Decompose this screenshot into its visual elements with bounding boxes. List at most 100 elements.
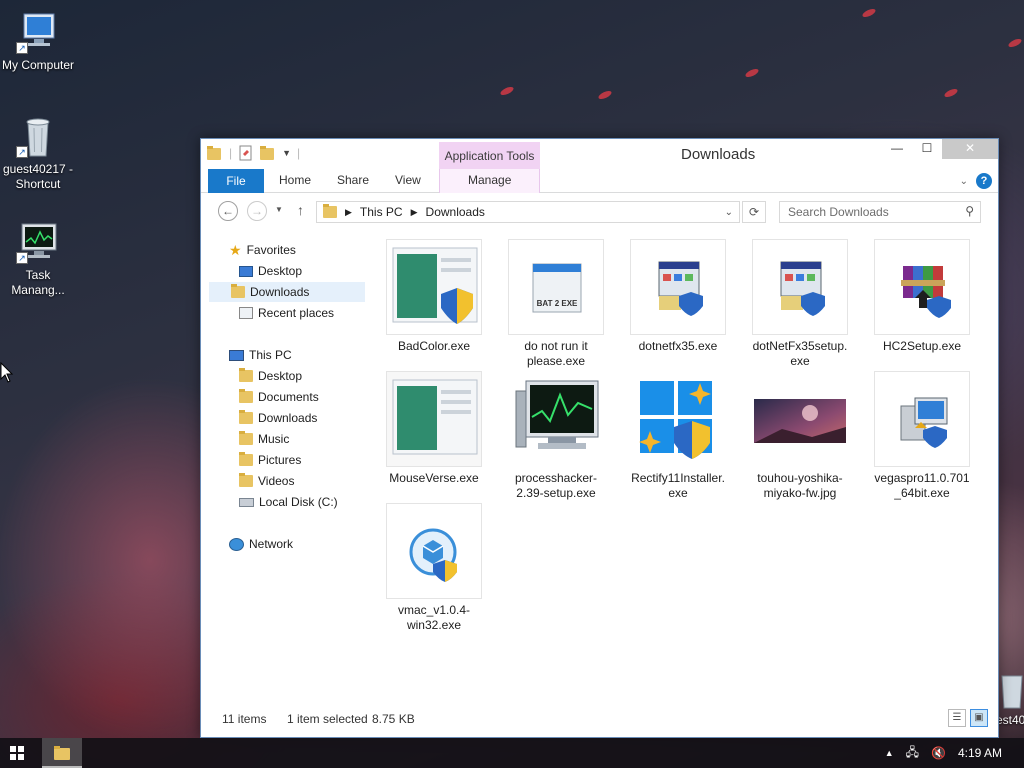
petal-decoration bbox=[943, 87, 959, 99]
tab-share[interactable]: Share bbox=[337, 173, 369, 187]
file-item[interactable]: processhacker-2.39-setup.exe bbox=[507, 371, 605, 501]
customize-qat-icon[interactable]: ▼ bbox=[282, 148, 291, 158]
file-name: dotNetFx35setup.exe bbox=[752, 339, 848, 368]
tab-manage[interactable]: Manage bbox=[468, 173, 511, 187]
properties-icon[interactable] bbox=[238, 145, 254, 161]
tab-file[interactable]: File bbox=[208, 169, 264, 193]
breadcrumb-this-pc[interactable]: This PC bbox=[360, 205, 403, 219]
nav-pictures[interactable]: Pictures bbox=[239, 450, 301, 470]
desktop-icon-label: guest40217 - Shortcut bbox=[2, 162, 74, 191]
show-hidden-icons-icon[interactable]: ▲ bbox=[885, 748, 894, 758]
desktop-icon-task-manager[interactable]: ↗ Task Manang... bbox=[0, 218, 78, 298]
selection-size: 8.75 KB bbox=[372, 712, 415, 726]
petal-decoration bbox=[597, 89, 613, 101]
file-name: vegaspro11.0.701_64bit.exe bbox=[874, 471, 970, 500]
expand-ribbon-icon[interactable]: ⌄ bbox=[960, 176, 968, 187]
network-status-icon[interactable]: 🖧 bbox=[906, 743, 919, 764]
folder-icon bbox=[239, 389, 253, 403]
new-folder-icon[interactable] bbox=[260, 145, 276, 161]
file-name: dotnetfx35.exe bbox=[638, 339, 718, 353]
nav-pc-downloads[interactable]: Downloads bbox=[239, 408, 317, 428]
tab-view[interactable]: View bbox=[395, 173, 421, 187]
file-name: MouseVerse.exe bbox=[389, 471, 479, 485]
forward-button[interactable]: → bbox=[247, 201, 267, 221]
nav-favorites-downloads[interactable]: Downloads bbox=[209, 282, 365, 302]
file-item[interactable]: vmac_v1.0.4-win32.exe bbox=[385, 503, 483, 633]
item-count: 11 items bbox=[222, 712, 267, 726]
title-bar[interactable]: | ▼ | Application Tools Downloads — ☐ ✕ bbox=[201, 139, 998, 170]
recent-locations-icon[interactable]: ▼ bbox=[275, 205, 283, 214]
file-item-selected[interactable]: MouseVerse.exe bbox=[382, 368, 486, 486]
nav-documents[interactable]: Documents bbox=[239, 387, 319, 407]
nav-network[interactable]: Network bbox=[229, 534, 293, 554]
breadcrumb-downloads[interactable]: Downloads bbox=[426, 205, 485, 219]
file-item[interactable]: dotnetfx35.exe bbox=[629, 239, 727, 354]
file-name: BadColor.exe bbox=[397, 339, 471, 353]
quick-access-toolbar: | ▼ | bbox=[207, 145, 300, 161]
search-input[interactable]: Search Downloads ⚲ bbox=[779, 201, 981, 223]
setup-computer-icon bbox=[874, 371, 970, 467]
explorer-window[interactable]: | ▼ | Application Tools Downloads — ☐ ✕ … bbox=[200, 138, 999, 738]
mouse-cursor-icon bbox=[0, 362, 14, 383]
file-name: HC2Setup.exe bbox=[882, 339, 962, 353]
network-icon bbox=[229, 537, 244, 551]
desktop-icon-guest-shortcut[interactable]: ↗ guest40217 - Shortcut bbox=[0, 112, 78, 192]
refresh-button[interactable]: ⟳ bbox=[742, 201, 766, 223]
search-placeholder: Search Downloads bbox=[788, 205, 889, 219]
nav-label: Pictures bbox=[258, 453, 302, 467]
close-button[interactable]: ✕ bbox=[942, 139, 998, 159]
nav-label: Favorites bbox=[246, 243, 296, 257]
nav-favorites-desktop[interactable]: Desktop bbox=[239, 261, 302, 281]
nav-favorites[interactable]: ★ Favorites bbox=[229, 240, 296, 260]
folder-icon bbox=[239, 410, 253, 424]
nav-pc-desktop[interactable]: Desktop bbox=[239, 366, 302, 386]
nav-label: This PC bbox=[249, 348, 292, 362]
task-manager-icon: ↗ bbox=[14, 218, 62, 266]
nav-music[interactable]: Music bbox=[239, 429, 289, 449]
folder-icon bbox=[239, 473, 253, 487]
help-icon[interactable]: ? bbox=[976, 173, 992, 189]
computer-icon: ↗ bbox=[14, 8, 62, 56]
clock[interactable]: 4:19 AM bbox=[958, 746, 1002, 760]
back-button[interactable]: ← bbox=[218, 201, 238, 221]
nav-local-disk[interactable]: Local Disk (C:) bbox=[239, 492, 338, 512]
breadcrumb-separator-icon: ▶ bbox=[345, 206, 352, 217]
recycle-bin-icon bbox=[1001, 675, 1023, 709]
address-bar[interactable]: ▶ This PC ▶ Downloads ⌄ bbox=[316, 201, 740, 223]
file-item[interactable]: dotNetFx35setup.exe bbox=[751, 239, 849, 369]
up-button[interactable]: ↑ bbox=[297, 202, 304, 218]
installer-icon bbox=[630, 239, 726, 335]
nav-this-pc[interactable]: This PC bbox=[229, 345, 292, 365]
desktop-icon-label: Task Manang... bbox=[11, 268, 65, 297]
window-title: Downloads bbox=[681, 146, 756, 163]
app-shield-icon bbox=[386, 239, 482, 335]
volume-muted-icon[interactable]: 🔇 bbox=[931, 746, 946, 760]
folder-icon bbox=[54, 746, 70, 760]
nav-label: Downloads bbox=[250, 285, 310, 299]
desktop-icon-label: My Computer bbox=[1, 58, 75, 72]
file-item[interactable]: vegaspro11.0.701_64bit.exe bbox=[873, 371, 971, 501]
large-icons-view-icon[interactable]: ▣ bbox=[970, 709, 988, 727]
file-item[interactable]: Rectify11Installer.exe bbox=[629, 371, 727, 501]
tab-home[interactable]: Home bbox=[279, 173, 311, 187]
file-name: Rectify11Installer.exe bbox=[631, 471, 725, 500]
minimize-button[interactable]: — bbox=[882, 139, 912, 159]
folder-system-icon[interactable] bbox=[207, 145, 223, 161]
nav-label: Recent places bbox=[258, 306, 335, 320]
desktop-icon-partial[interactable]: est40 bbox=[996, 670, 1024, 734]
folder-icon bbox=[239, 368, 253, 382]
start-button-windows-icon[interactable] bbox=[10, 746, 24, 760]
file-item[interactable]: touhou-yoshika-miyako-fw.jpg bbox=[751, 371, 849, 501]
details-view-icon[interactable]: ☰ bbox=[948, 709, 966, 727]
address-dropdown-icon[interactable]: ⌄ bbox=[725, 207, 733, 218]
file-item[interactable]: BAT 2 EXE do not run it please.exe bbox=[507, 239, 605, 369]
bat-to-exe-icon: BAT 2 EXE bbox=[508, 239, 604, 335]
nav-recent-places[interactable]: Recent places bbox=[239, 303, 334, 323]
file-item[interactable]: HC2Setup.exe bbox=[873, 239, 971, 354]
desktop-icon-my-computer[interactable]: ↗ My Computer bbox=[0, 8, 78, 73]
maximize-button[interactable]: ☐ bbox=[912, 139, 942, 159]
taskbar-file-explorer-button[interactable] bbox=[42, 738, 82, 768]
file-item[interactable]: BadColor.exe bbox=[385, 239, 483, 354]
nav-videos[interactable]: Videos bbox=[239, 471, 294, 491]
recycle-bin-icon: ↗ bbox=[14, 112, 62, 160]
